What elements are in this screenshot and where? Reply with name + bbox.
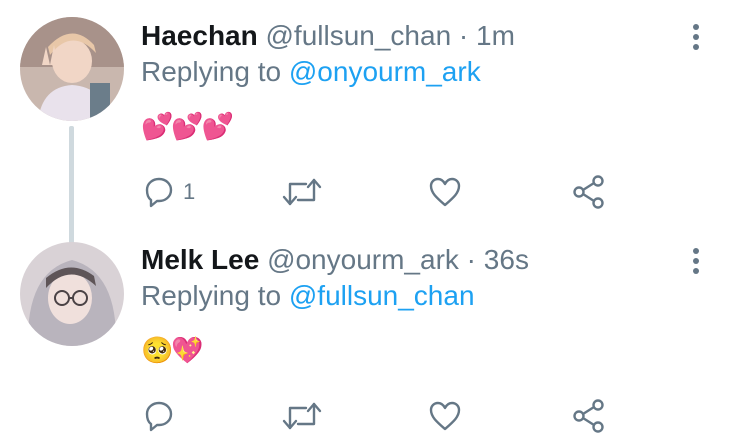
more-options-icon[interactable] (688, 24, 704, 50)
share-button[interactable] (572, 172, 606, 212)
reply-button[interactable]: 1 (143, 172, 195, 212)
retweet-icon (282, 178, 322, 206)
timestamp[interactable]: 36s (484, 244, 529, 275)
reply-icon (145, 401, 173, 432)
replying-prefix: Replying to (141, 56, 289, 87)
separator: · (451, 20, 477, 51)
display-name[interactable]: Melk Lee (141, 244, 259, 275)
mention-link[interactable]: @onyourm_ark (289, 56, 481, 87)
share-button[interactable] (572, 396, 606, 436)
retweet-icon (282, 402, 322, 430)
handle[interactable]: @fullsun_chan (266, 20, 452, 51)
tweet-actions (0, 396, 750, 436)
avatar[interactable] (20, 17, 124, 121)
tweet-body: 💕💕💕 (141, 112, 234, 142)
like-icon (429, 401, 461, 431)
reply-icon (145, 177, 173, 208)
mention-link[interactable]: @fullsun_chan (289, 280, 475, 311)
like-button[interactable] (428, 396, 462, 436)
like-icon (429, 177, 461, 207)
reply-button[interactable] (143, 396, 183, 436)
retweet-button[interactable] (282, 396, 322, 436)
handle[interactable]: @onyourm_ark (267, 244, 459, 275)
retweet-button[interactable] (282, 172, 322, 212)
reply-count: 1 (183, 179, 196, 204)
tweet-header: Melk Lee @onyourm_ark · 36s (141, 242, 529, 278)
replying-to: Replying to @fullsun_chan (141, 278, 475, 314)
replying-prefix: Replying to (141, 280, 289, 311)
timestamp[interactable]: 1m (476, 20, 515, 51)
tweet-actions: 1 (0, 172, 750, 212)
more-options-icon[interactable] (688, 248, 704, 274)
replying-to: Replying to @onyourm_ark (141, 54, 481, 90)
separator: · (458, 244, 484, 275)
avatar[interactable] (20, 242, 124, 346)
share-icon (573, 175, 604, 209)
tweet-header: Haechan @fullsun_chan · 1m (141, 18, 515, 54)
tweet-body: 🥺💖 (141, 336, 204, 366)
share-icon (573, 399, 604, 433)
tweet[interactable]: Haechan @fullsun_chan · 1m Replying to @… (0, 0, 750, 244)
like-button[interactable] (428, 172, 462, 212)
tweet[interactable]: Melk Lee @onyourm_ark · 36s Replying to … (0, 224, 750, 447)
display-name[interactable]: Haechan (141, 20, 258, 51)
